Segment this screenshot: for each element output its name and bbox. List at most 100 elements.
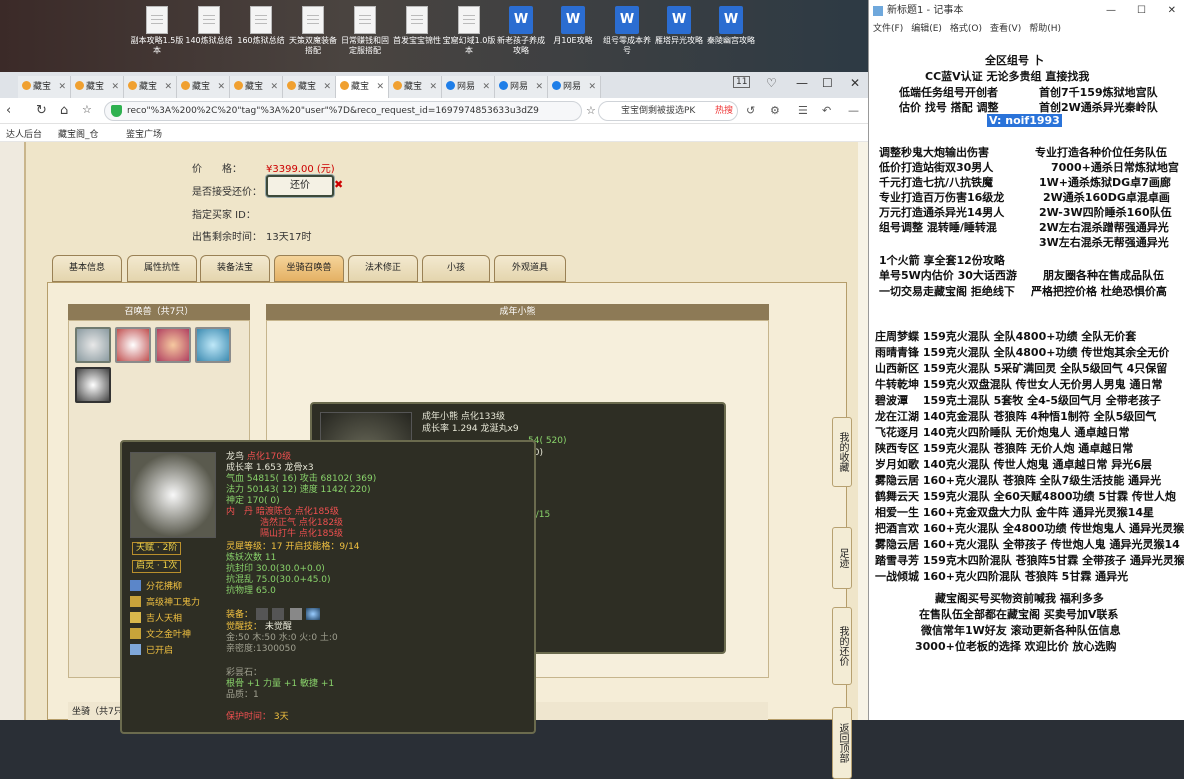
notepad-line: 单号5W内估价 30大话西游 xyxy=(879,269,1017,282)
notepad-menu-item[interactable]: 文件(F) xyxy=(873,24,903,34)
refresh-icon[interactable]: ↻ xyxy=(36,103,47,118)
detail-tab[interactable]: 小孩 xyxy=(422,255,490,282)
pet-icon-flower-girl[interactable] xyxy=(155,327,191,363)
tab-count-badge[interactable]: 11 xyxy=(733,76,751,88)
side-button[interactable]: 我的还价 xyxy=(832,607,852,685)
side-button[interactable]: 我的收藏 xyxy=(832,417,852,487)
notepad-line: 调整秒鬼大炮输出伤害 xyxy=(879,146,989,159)
skill-icon xyxy=(130,644,141,655)
browser-tab-label: 藏宝 xyxy=(86,82,105,92)
desktop-icon[interactable]: 天策双魔装备搭配 xyxy=(286,4,340,56)
notepad-line: 2W通杀160DG卓混卓画 xyxy=(1043,191,1170,204)
browser-tab[interactable]: 藏宝 ✕ xyxy=(177,76,230,98)
tab-favicon xyxy=(75,81,84,90)
pet-skill-item: 文之金叶神 xyxy=(130,628,220,644)
desktop-icon[interactable]: W 雁塔异光攻略 xyxy=(652,4,706,46)
browser-tab[interactable]: 藏宝 ✕ xyxy=(124,76,177,98)
browser-tab[interactable]: 网易 ✕ xyxy=(442,76,495,98)
tab-close-icon[interactable]: ✕ xyxy=(482,76,490,98)
skill-icon xyxy=(130,596,141,607)
desktop-icon[interactable]: W 组号零成本养号 xyxy=(600,4,654,56)
pet-icon-white-beast[interactable] xyxy=(75,327,111,363)
detail-tab[interactable]: 坐骑召唤兽 xyxy=(274,255,344,282)
extensions-icon[interactable]: ⚙ xyxy=(770,104,780,117)
desktop-icon[interactable]: 宝窟幻域1.0版本 xyxy=(442,4,496,56)
pet-caiyi-2: 品质：1 xyxy=(226,690,259,700)
desktop-icon[interactable]: 首发宝宝锦性 xyxy=(390,4,444,46)
pet-icon-dragon-bird[interactable] xyxy=(75,367,111,403)
notepad-text-area[interactable]: 全区组号 卜 CC蓝V认证 无论多贵组 直接找我 低端任务组号开创者 首创7千159炼… xyxy=(869,38,1184,720)
notepad-line: 首创2W通杀异光秦岭队 xyxy=(1039,101,1158,114)
browser-tab-label: 藏宝 xyxy=(298,82,317,92)
detail-tab[interactable]: 装备法宝 xyxy=(200,255,270,282)
notepad-menu-item[interactable]: 帮助(H) xyxy=(1029,24,1061,34)
tab-close-icon[interactable]: ✕ xyxy=(111,76,119,98)
tab-pin-icon[interactable]: ♡ xyxy=(766,76,777,90)
tab-close-icon[interactable]: ✕ xyxy=(58,76,66,98)
notepad-menu-item[interactable]: 编辑(E) xyxy=(911,24,942,34)
browser-tab[interactable]: 网易 ✕ xyxy=(495,76,548,98)
browser-tab[interactable]: 藏宝 ✕ xyxy=(71,76,124,98)
tab-close-icon[interactable]: ✕ xyxy=(164,76,172,98)
notepad-titlebar: 新标题1 - 记事本 — ☐ ✕ xyxy=(869,0,1184,22)
bookmark-item[interactable]: 藏宝阁_仓 xyxy=(58,127,99,140)
browser-tab[interactable]: 藏宝 ✕ xyxy=(283,76,336,98)
browser-tab[interactable]: 网易 ✕ xyxy=(548,76,601,98)
notepad-line: 鹤舞云天 159克火混队 全60天赋4800功绩 5甘霖 传世人炮 xyxy=(875,490,1176,503)
notepad-close-icon[interactable]: ✕ xyxy=(1168,0,1176,22)
back-icon[interactable]: ‹ xyxy=(6,103,11,118)
browser-tab[interactable]: 藏宝 ✕ xyxy=(336,76,389,98)
pet-icon-red-face[interactable] xyxy=(115,327,151,363)
tab-close-icon[interactable]: ✕ xyxy=(323,76,331,98)
notepad-maximize-icon[interactable]: ☐ xyxy=(1137,0,1146,22)
favorite-star-icon[interactable]: ☆ xyxy=(586,104,596,117)
desktop-icon[interactable]: 160炼狱总结 xyxy=(234,4,288,46)
window-close-icon[interactable]: ✕ xyxy=(850,76,860,90)
notepad-minimize-icon[interactable]: — xyxy=(1106,0,1116,22)
desktop-icon[interactable]: W 新老孩子养成攻略 xyxy=(494,4,548,56)
search-input[interactable]: 宝宝倒剩被拔选PK 热搜 xyxy=(598,101,738,121)
side-button[interactable]: 足迹 xyxy=(832,527,852,589)
notepad-line: 庄周梦蝶 159克火混队 全队4800+功绩 全队无价套 xyxy=(875,330,1137,343)
tab-close-icon[interactable]: ✕ xyxy=(270,76,278,98)
bookmark-item[interactable]: 鉴宝广场 xyxy=(126,127,162,140)
pet-icon-blue-beast[interactable] xyxy=(195,327,231,363)
browser-tab[interactable]: 藏宝 ✕ xyxy=(18,76,71,98)
detail-tab[interactable]: 法术修正 xyxy=(348,255,418,282)
minimize-panel-icon[interactable]: — xyxy=(848,104,859,117)
refresh-page-icon[interactable]: ↺ xyxy=(746,104,755,117)
pet-skill-name: 文之金叶神 xyxy=(146,630,192,640)
side-button[interactable]: 返回顶部 xyxy=(832,707,852,779)
detail-tab[interactable]: 外观道具 xyxy=(494,255,566,282)
tab-favicon xyxy=(446,81,455,90)
desktop-icon[interactable]: 日常赚钱和固定服搭配 xyxy=(338,4,392,56)
tab-close-icon[interactable]: ✕ xyxy=(588,76,596,98)
tab-close-icon[interactable]: ✕ xyxy=(429,76,437,98)
bookmark-list-icon[interactable]: ☆ xyxy=(82,103,92,116)
pet-skill-name: 分花拂柳 xyxy=(146,582,183,592)
tab-close-icon[interactable]: ✕ xyxy=(535,76,543,98)
notepad-menu-item[interactable]: 格式(O) xyxy=(950,24,982,34)
home-icon[interactable]: ⌂ xyxy=(60,103,68,118)
desktop-icon[interactable]: W 月10E攻略 xyxy=(546,4,600,46)
desktop-icon[interactable]: W 秦陵幽宫攻略 xyxy=(704,4,758,46)
menu-icon[interactable]: ☰ xyxy=(798,104,808,117)
undo-icon[interactable]: ↶ xyxy=(822,104,831,117)
tab-close-icon[interactable]: ✕ xyxy=(376,76,384,98)
offer-button[interactable]: 还价 xyxy=(266,175,334,197)
detail-tab[interactable]: 基本信息 xyxy=(52,255,122,282)
skill-icon xyxy=(130,612,141,623)
desktop-icon[interactable]: 副本攻略1.5版本 xyxy=(130,4,184,56)
detail-tab[interactable]: 属性抗性 xyxy=(127,255,197,282)
tab-close-icon[interactable]: ✕ xyxy=(217,76,225,98)
bookmark-item[interactable]: 达人后台 xyxy=(6,127,42,140)
browser-tab[interactable]: 藏宝 ✕ xyxy=(389,76,442,98)
window-maximize-icon[interactable]: ☐ xyxy=(822,76,833,90)
browser-tab[interactable]: 藏宝 ✕ xyxy=(230,76,283,98)
window-minimize-icon[interactable]: — xyxy=(796,76,808,90)
price-label: 价 格： xyxy=(192,164,242,175)
url-bar[interactable]: reco"%3A%200%2C%20"tag"%3A%20"user"%7D&r… xyxy=(104,101,582,121)
desktop-icon[interactable]: 140炼狱总结 xyxy=(182,4,236,46)
pet-kangfeng: 抗封印 30.0(30.0+0.0) xyxy=(226,564,325,574)
notepad-menu-item[interactable]: 查看(V) xyxy=(990,24,1021,34)
